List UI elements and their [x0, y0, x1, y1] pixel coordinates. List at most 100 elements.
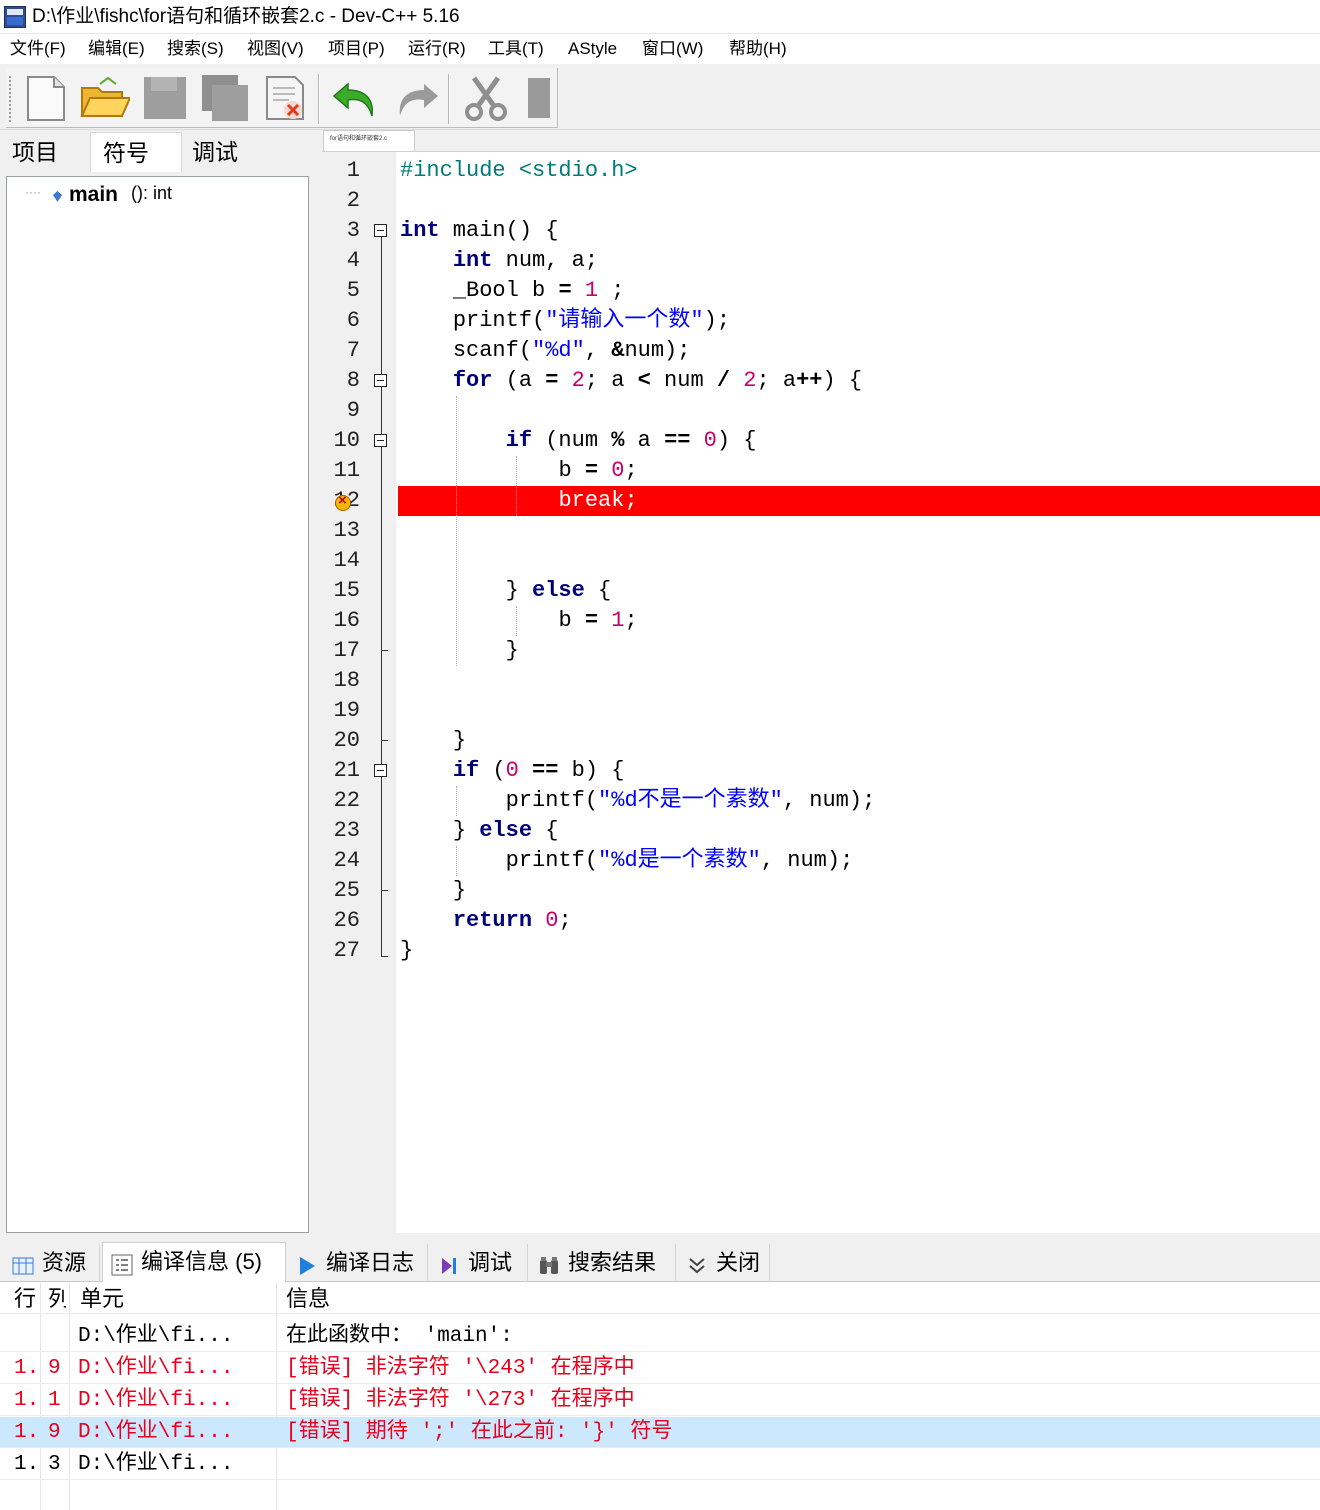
- cell-unit: D:\作业\fi...: [78, 1325, 234, 1348]
- tab-project[interactable]: 项目: [0, 132, 90, 172]
- table-row[interactable]: 1. 1 D:\作业\fi... [错误] 非法字符 '\273' 在程序中: [0, 1385, 1320, 1416]
- tab-search-results[interactable]: 搜索结果: [530, 1244, 676, 1282]
- cell-column: 1: [48, 1389, 61, 1412]
- header-info[interactable]: 信息: [286, 1283, 486, 1314]
- save-icon[interactable]: [139, 72, 191, 124]
- header-line[interactable]: 行: [14, 1283, 36, 1314]
- table-header: 行 列 单元 信息: [0, 1283, 1320, 1314]
- toolbar-grip[interactable]: [9, 76, 12, 122]
- fold-end-marker: [381, 650, 388, 651]
- open-folder-icon[interactable]: [78, 72, 132, 124]
- copy-icon[interactable]: [520, 72, 556, 124]
- code-line: }: [452, 728, 467, 753]
- new-file-icon[interactable]: [20, 72, 72, 124]
- menu-window[interactable]: 窗口(W): [642, 39, 703, 59]
- compiler-messages-table: 行 列 单元 信息 D:\作业\fi... 在此函数中： 'main': 1. …: [0, 1283, 1320, 1510]
- cell-unit: D:\作业\fi...: [78, 1453, 234, 1476]
- save-all-icon[interactable]: [199, 72, 251, 124]
- tab-debug[interactable]: 调试: [180, 132, 270, 172]
- menu-tools[interactable]: 工具(T): [488, 39, 544, 59]
- symbol-tree: ···· main (): int: [6, 176, 309, 1233]
- line-number: 9: [346, 398, 360, 423]
- code-line: } else {: [505, 578, 612, 603]
- tree-item-main[interactable]: main: [69, 183, 118, 207]
- toolbar-area: [0, 64, 1320, 130]
- cell-info: [错误] 非法字符 '\273' 在程序中: [286, 1389, 635, 1412]
- code-editor[interactable]: 1 2 3 4 5 6 7 8 9 10 11 12 13 14 15 16 1…: [322, 151, 1320, 1234]
- line-number: 1: [346, 158, 360, 183]
- line-number: 26: [333, 908, 360, 933]
- menu-project[interactable]: 项目(P): [328, 39, 385, 59]
- table-row[interactable]: 1. 9 D:\作业\fi... [错误] 非法字符 '\243' 在程序中: [0, 1353, 1320, 1384]
- cell-unit: D:\作业\fi...: [78, 1389, 234, 1412]
- code-line: int main() {: [400, 218, 559, 243]
- close-panel-button[interactable]: 关闭: [678, 1244, 770, 1282]
- tab-symbols[interactable]: 符号: [90, 132, 182, 172]
- line-number: 10: [333, 428, 360, 453]
- fold-toggle-icon[interactable]: [374, 224, 387, 237]
- line-number: 24: [333, 848, 360, 873]
- tab-resources[interactable]: 资源: [4, 1244, 100, 1282]
- code-text-area[interactable]: #include <stdio.h> int main() { int num,…: [396, 152, 1320, 1234]
- table-row-selected[interactable]: 1. 9 D:\作业\fi... [错误] 期待 ';' 在此之前: '}' 符…: [0, 1417, 1320, 1448]
- menu-help[interactable]: 帮助(H): [729, 39, 787, 59]
- editor-file-tab[interactable]: for语句和循环嵌套2.c: [323, 130, 415, 151]
- line-number: 7: [346, 338, 360, 363]
- line-number: 25: [333, 878, 360, 903]
- redo-icon[interactable]: [390, 72, 442, 124]
- code-line: }: [400, 938, 414, 963]
- tab-debug-output-label: 调试: [468, 1250, 513, 1275]
- tree-connector: ····: [25, 185, 41, 199]
- fold-end-marker: [381, 890, 388, 891]
- close-file-icon[interactable]: [259, 72, 311, 124]
- cut-icon[interactable]: [460, 72, 512, 124]
- line-number: 18: [333, 668, 360, 693]
- left-panel: 项目 符号 调试 ···· main (): int: [0, 130, 320, 1240]
- fold-toggle-icon[interactable]: [374, 374, 387, 387]
- menu-edit[interactable]: 编辑(E): [88, 39, 145, 59]
- code-line: b = 0;: [558, 458, 638, 483]
- header-column[interactable]: 列: [48, 1283, 66, 1314]
- resources-icon: [12, 1251, 34, 1275]
- menu-file[interactable]: 文件(F): [10, 39, 66, 59]
- menu-view[interactable]: 视图(V): [247, 39, 304, 59]
- line-number: 4: [346, 248, 360, 273]
- play-icon: [296, 1251, 318, 1276]
- menu-astyle[interactable]: AStyle: [568, 39, 617, 59]
- line-number: 22: [333, 788, 360, 813]
- table-row[interactable]: D:\作业\fi... 在此函数中： 'main':: [0, 1321, 1320, 1352]
- debug-step-icon: [438, 1251, 460, 1275]
- devcpp-app-icon: [4, 6, 26, 28]
- tab-compiler-messages[interactable]: 编译信息 (5): [102, 1242, 286, 1282]
- cell-info: [错误] 非法字符 '\243' 在程序中: [286, 1357, 635, 1380]
- cell-info: 在此函数中： 'main':: [286, 1325, 513, 1348]
- line-number: 23: [333, 818, 360, 843]
- tab-compile-log[interactable]: 编译日志: [288, 1244, 428, 1282]
- fold-toggle-icon[interactable]: [374, 764, 387, 777]
- binoculars-icon: [538, 1251, 560, 1275]
- menu-run[interactable]: 运行(R): [408, 39, 466, 59]
- code-line: }: [452, 878, 467, 903]
- tab-debug-output[interactable]: 调试: [430, 1244, 528, 1282]
- table-row[interactable]: 1. 3 D:\作业\fi...: [0, 1449, 1320, 1480]
- tab-search-results-label: 搜索结果: [568, 1250, 657, 1275]
- menu-search[interactable]: 搜索(S): [167, 39, 224, 59]
- code-line: } else {: [452, 818, 559, 843]
- cell-column: 9: [48, 1357, 61, 1380]
- code-line: return 0;: [452, 908, 572, 933]
- code-line: #include <stdio.h>: [400, 158, 638, 183]
- undo-icon[interactable]: [330, 72, 382, 124]
- tab-resources-label: 资源: [42, 1250, 87, 1275]
- code-line: b = 1;: [558, 608, 638, 633]
- line-number: 13: [333, 518, 360, 543]
- bottom-tab-bar: 资源 编译信息 (5) 编译日志 调试 搜索结果 关闭: [0, 1240, 1320, 1282]
- code-line: printf("%d是一个素数", num);: [505, 848, 854, 873]
- cell-line: 1.: [14, 1389, 38, 1412]
- header-unit[interactable]: 单元: [80, 1283, 270, 1314]
- cell-line: 1.: [14, 1421, 38, 1444]
- error-marker-icon: [335, 492, 351, 511]
- fold-toggle-icon[interactable]: [374, 434, 387, 447]
- editor-area: for语句和循环嵌套2.c 1 2 3 4 5 6 7 8 9 10 11 12…: [320, 130, 1320, 1240]
- cell-column: 9: [48, 1421, 61, 1444]
- fold-end-marker: [381, 740, 388, 741]
